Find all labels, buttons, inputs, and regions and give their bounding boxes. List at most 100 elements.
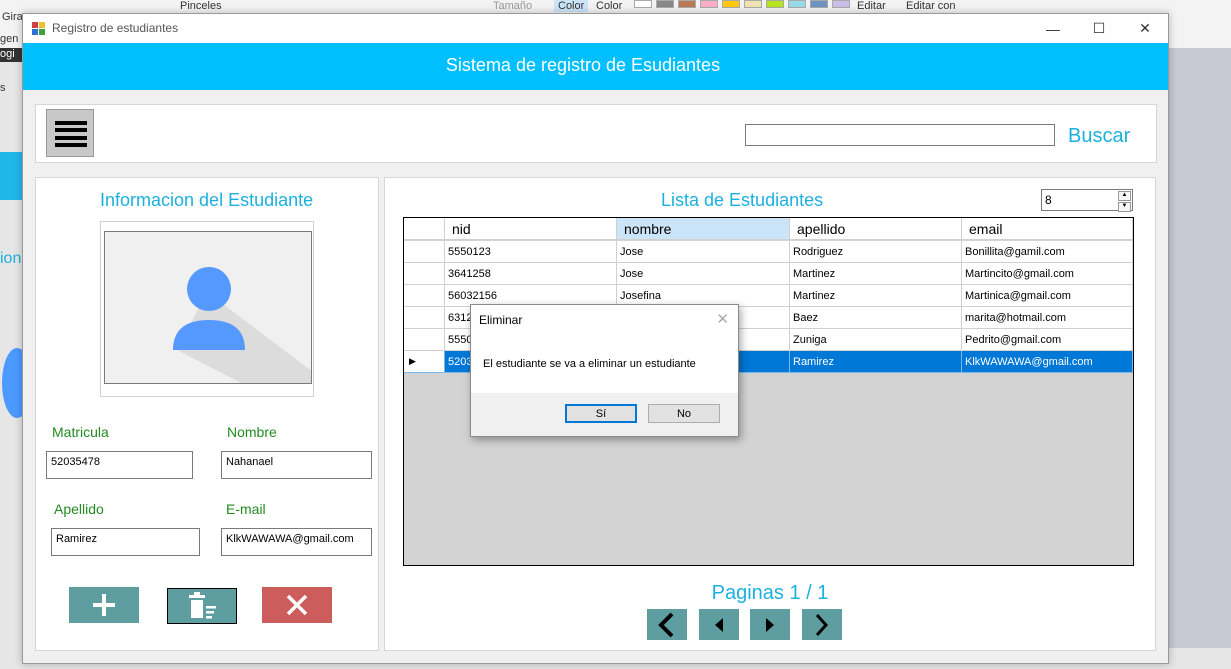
table-row[interactable]: 3641258 Jose Martinez Martincito@gmail.c…: [404, 263, 1133, 285]
student-info-title: Informacion del Estudiante: [100, 190, 314, 210]
cell-email[interactable]: marita@hotmail.com: [962, 307, 1133, 329]
app-icon: [32, 22, 46, 35]
bg-blue-bar: [0, 152, 22, 200]
color-swatch: [810, 0, 828, 8]
close-x-icon: [286, 594, 308, 616]
user-avatar-icon: [173, 267, 311, 383]
spin-down-icon[interactable]: ▼: [1118, 202, 1131, 212]
no-button[interactable]: No: [648, 404, 720, 423]
bg-label: Color: [596, 0, 623, 12]
chevron-right-icon: [815, 613, 829, 636]
cell-apellido[interactable]: Baez: [790, 307, 962, 329]
yes-button[interactable]: Sí: [565, 404, 637, 423]
minimize-button[interactable]: —: [1030, 14, 1076, 43]
delete-confirmation-dialog: Eliminar ✕ El estudiante se va a elimina…: [470, 304, 739, 437]
hamburger-icon: [55, 121, 87, 125]
maximize-button[interactable]: ☐: [1076, 14, 1122, 43]
toolbar: Buscar: [35, 104, 1157, 163]
cell-email[interactable]: Martincito@gmail.com: [962, 263, 1133, 285]
column-header-apellido[interactable]: apellido: [790, 218, 962, 240]
bg-fragment: ion: [0, 250, 22, 267]
bg-fragment: ogi: [0, 48, 22, 62]
photo-frame: [100, 221, 314, 397]
bg-label: gen: [0, 33, 19, 45]
triangle-left-icon: [715, 617, 723, 632]
color-swatch: [744, 0, 762, 8]
window-title: Registro de estudiantes: [52, 21, 179, 35]
cell-email[interactable]: Bonillita@gamil.com: [962, 241, 1133, 263]
apellido-label: Apellido: [54, 501, 104, 517]
previous-page-button[interactable]: [699, 609, 739, 640]
student-info-panel: Informacion del Estudiante Matricula Nom…: [35, 177, 379, 651]
background-right: [1168, 48, 1231, 648]
grid-header: nid nombre apellido email: [404, 218, 1133, 240]
bg-label: Tamaño: [493, 0, 533, 12]
color-swatch: [678, 0, 696, 8]
color-swatch: [722, 0, 740, 8]
first-page-button[interactable]: [647, 609, 687, 640]
triangle-right-icon: [766, 617, 774, 632]
nombre-field[interactable]: Nahanael: [221, 451, 372, 479]
cell-email[interactable]: Martinica@gmail.com: [962, 285, 1133, 307]
trash-icon: [189, 592, 216, 619]
cell-nombre[interactable]: Jose: [617, 241, 790, 263]
bg-fragment: s: [0, 82, 6, 94]
color-swatch: [656, 0, 674, 8]
background-sidebar: ogi s ion: [0, 48, 32, 669]
color-swatch: [700, 0, 718, 8]
student-photo[interactable]: [104, 231, 312, 384]
page-size-spinner[interactable]: 8 ▲ ▼: [1041, 189, 1133, 212]
bg-label: Pinceles: [180, 0, 222, 12]
email-label: E-mail: [226, 501, 266, 517]
bg-label: Gira: [2, 11, 23, 23]
spin-up-icon[interactable]: ▲: [1118, 191, 1131, 201]
matricula-label: Matricula: [52, 424, 109, 440]
cell-apellido[interactable]: Martinez: [790, 263, 962, 285]
cell-apellido[interactable]: Ramirez: [790, 351, 962, 373]
row-pointer-icon: ▶: [404, 351, 445, 373]
bg-label: Color: [554, 0, 589, 12]
add-button[interactable]: [69, 587, 139, 623]
bg-label: Editar con: [906, 0, 956, 12]
plus-icon: [93, 594, 115, 616]
column-header-email[interactable]: email: [962, 218, 1133, 240]
cell-nid[interactable]: 3641258: [445, 263, 617, 285]
color-swatch: [788, 0, 806, 8]
close-button[interactable]: ✕: [1122, 14, 1168, 43]
app-title: Sistema de registro de Esudiantes: [445, 55, 721, 75]
color-swatch: [634, 0, 652, 8]
cell-apellido[interactable]: Martinez: [790, 285, 962, 307]
color-swatch: [832, 0, 850, 8]
menu-button[interactable]: [46, 109, 94, 157]
search-button[interactable]: Buscar: [1068, 125, 1130, 148]
column-header-nombre[interactable]: nombre: [617, 218, 790, 240]
cell-nombre[interactable]: Jose: [617, 263, 790, 285]
apellido-field[interactable]: Ramirez: [51, 528, 200, 556]
next-page-button[interactable]: [750, 609, 790, 640]
nombre-label: Nombre: [227, 424, 277, 440]
student-list-title: Lista de Estudiantes: [661, 190, 824, 210]
column-header-nid[interactable]: nid: [445, 218, 617, 240]
title-bar: Registro de estudiantes — ☐ ✕: [23, 14, 1168, 43]
matricula-field[interactable]: 52035478: [46, 451, 193, 479]
dialog-message: El estudiante se va a eliminar un estudi…: [483, 358, 696, 370]
chevron-left-icon: [658, 612, 674, 637]
cell-email[interactable]: Pedrito@gmail.com: [962, 329, 1133, 351]
cell-apellido[interactable]: Zuniga: [790, 329, 962, 351]
page-size-value: 8: [1045, 193, 1052, 207]
search-input[interactable]: [745, 124, 1055, 146]
dialog-close-icon[interactable]: ✕: [716, 310, 729, 328]
cancel-button[interactable]: [262, 587, 332, 623]
cell-email[interactable]: KlkWAWAWA@gmail.com: [962, 351, 1133, 373]
delete-button[interactable]: [167, 588, 237, 624]
cell-apellido[interactable]: Rodriguez: [790, 241, 962, 263]
pagination-label: Paginas 1 / 1: [711, 582, 829, 604]
dialog-footer: Sí No: [471, 393, 738, 436]
dialog-title: Eliminar: [479, 313, 523, 327]
app-header: Sistema de registro de Esudiantes: [23, 43, 1168, 90]
email-field[interactable]: KlkWAWAWA@gmail.com: [221, 528, 372, 556]
last-page-button[interactable]: [802, 609, 842, 640]
cell-nid[interactable]: 5550123: [445, 241, 617, 263]
color-swatch: [766, 0, 784, 8]
table-row[interactable]: 5550123 Jose Rodriguez Bonillita@gamil.c…: [404, 241, 1133, 263]
